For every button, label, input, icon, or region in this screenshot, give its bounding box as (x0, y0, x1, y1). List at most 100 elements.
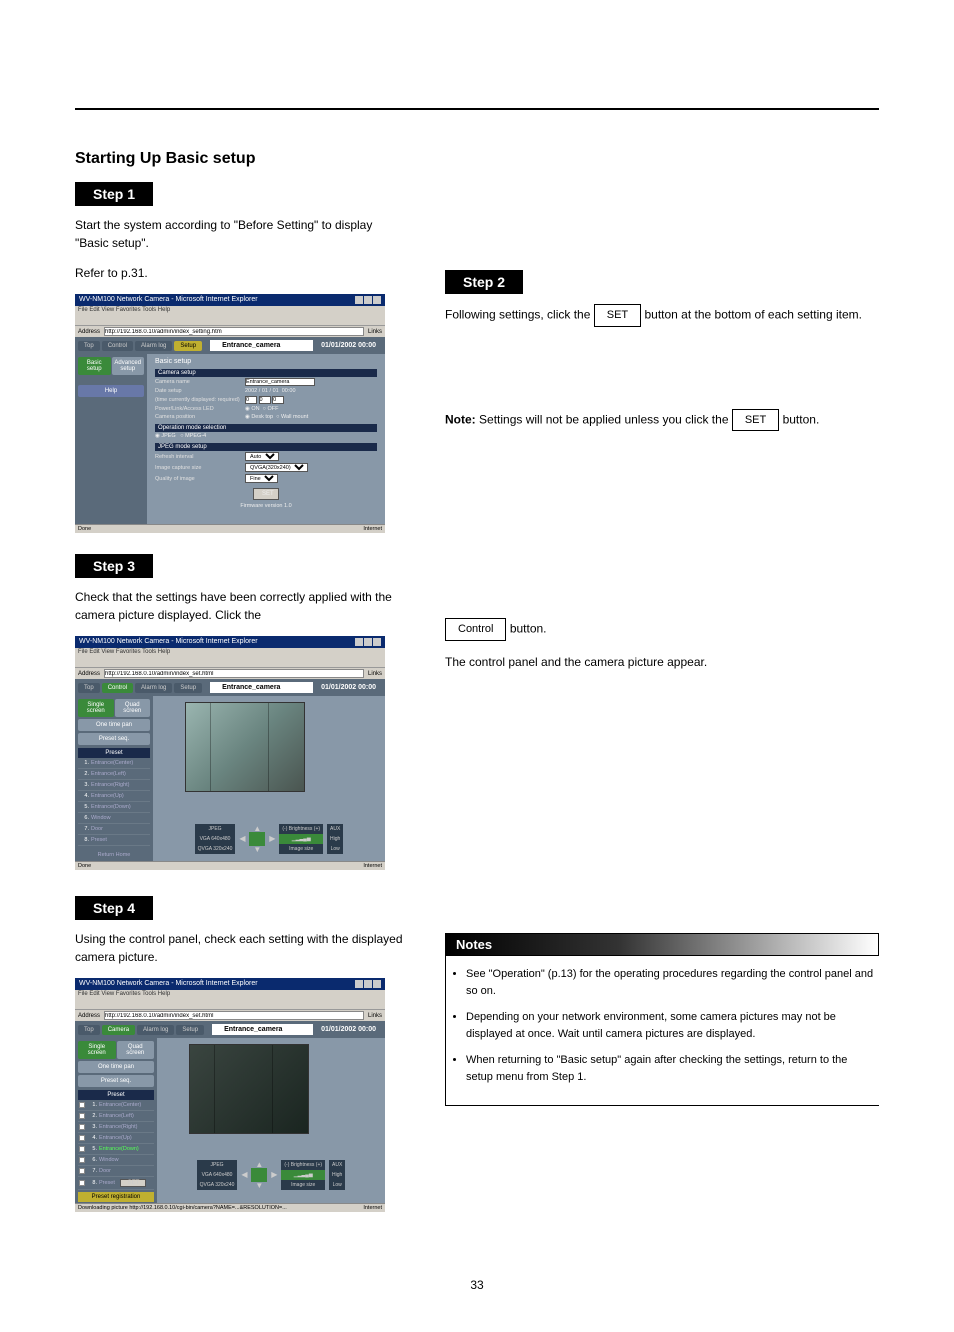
ss3-tab-top[interactable]: Top (78, 1025, 100, 1035)
ss2-preset-7[interactable]: 7.Door (78, 824, 150, 835)
ss3-tab-setup[interactable]: Setup (176, 1025, 204, 1035)
ss1-capsize-sel[interactable]: QVGA(320x240) (245, 463, 308, 472)
ss1-tab-setup[interactable]: Setup (174, 341, 202, 351)
ss3-side-onetime[interactable]: One time pan (78, 1061, 154, 1073)
section-heading: Starting Up Basic setup (75, 150, 405, 168)
notes-block: Notes See "Operation" (p.13) for the ope… (445, 933, 879, 1107)
ss3-preset-registration[interactable]: Preset registration (78, 1192, 154, 1202)
ss2-preset-1[interactable]: 1.Entrance(Center) (78, 758, 150, 769)
ss2-addr-input[interactable] (104, 669, 364, 678)
ss1-off-h[interactable] (245, 396, 257, 404)
ss3-dpad-right-icon[interactable]: ▶ (271, 1170, 277, 1179)
ss3-ctrl-imgsize[interactable]: Image size (281, 1180, 325, 1190)
ss3-preset-6[interactable]: 6.Window (78, 1155, 154, 1166)
ss3-tab-alarmlog[interactable]: Alarm log (137, 1025, 174, 1035)
ss2-side-presetseq[interactable]: Preset seq. (78, 733, 150, 745)
ss3-side-single[interactable]: Single screen (78, 1041, 116, 1059)
ss3-ctrl-bright[interactable]: (-) Brightness (+) (281, 1160, 325, 1170)
ss2-preset-head: Preset (78, 748, 150, 758)
ss2-side-single[interactable]: Single screen (78, 699, 114, 717)
ss1-campos-desk[interactable]: Desk top (251, 414, 273, 420)
ss1-side-basic[interactable]: Basic setup (78, 357, 111, 375)
ss3-preset-5[interactable]: 5.Entrance(Down) (78, 1144, 154, 1155)
ss2-tab-setup[interactable]: Setup (174, 683, 202, 693)
ss3-preset-8[interactable]: 8.Preset SET (78, 1177, 154, 1190)
ss2-tab-alarmlog[interactable]: Alarm log (135, 683, 172, 693)
ss2-side-onetime[interactable]: One time pan (78, 719, 150, 731)
ss3-preset-4[interactable]: 4.Entrance(Up) (78, 1133, 154, 1144)
ss1-side-help[interactable]: Help (78, 385, 144, 397)
ss2-dpad-right-icon[interactable]: ▶ (269, 834, 275, 843)
ss2-ctrl-jpeg: JPEG (195, 824, 236, 834)
ss3-addr-input[interactable] (104, 1011, 364, 1020)
ss1-main-panel: Basic setup Camera setup Camera name Dat… (147, 354, 385, 524)
ss1-off-m[interactable] (259, 396, 271, 404)
ss2-header-strip: Top Control Alarm log Setup Entrance_cam… (75, 679, 385, 696)
ss1-tab-top[interactable]: Top (78, 341, 100, 351)
ss3-ctrl-vga[interactable]: VGA 640x480 (197, 1170, 238, 1180)
ss1-side-advanced[interactable]: Advanced setup (112, 357, 145, 375)
ss2-dpad-center[interactable] (249, 832, 265, 846)
ss2-dpad-left-icon[interactable]: ◀ (239, 834, 245, 843)
ss2-ctrl-low[interactable]: Low (327, 844, 343, 854)
ss3-ctrl-high[interactable]: High (329, 1170, 345, 1180)
ss1-refresh-sel[interactable]: Auto (245, 452, 279, 461)
ss2-preset-6[interactable]: 6.Window (78, 813, 150, 824)
ss1-off-s[interactable] (272, 396, 284, 404)
ss3-preset-1[interactable]: 1.Entrance(Center) (78, 1100, 154, 1111)
ss2-status-right: Internet (363, 863, 382, 869)
ss1-window-title: WV-NM100 Network Camera - Microsoft Inte… (79, 296, 258, 304)
ss1-addr-input[interactable] (104, 327, 364, 336)
ss1-set-button[interactable]: SET (253, 488, 279, 500)
ss2-ctrl-imgsize[interactable]: Image size (279, 844, 323, 854)
ss2-ctrl-vga[interactable]: VGA 640x480 (195, 834, 236, 844)
ss1-led-off[interactable]: OFF (267, 406, 278, 412)
ss3-preset-7[interactable]: 7.Door (78, 1166, 154, 1177)
ss1-led-on[interactable]: ON (251, 406, 259, 412)
ss2-control-panel: JPEG VGA 640x480 QVGA 320x240 ▲ ▼ ◀ ▶ (155, 822, 383, 856)
ss2-dpad[interactable]: ▲ ▼ ◀ ▶ (239, 826, 275, 852)
ss1-opmode-mpeg[interactable]: MPEG-4 (185, 433, 206, 439)
ss2-ctrl-high[interactable]: High (327, 834, 343, 844)
ss3-side-quad[interactable]: Quad screen (117, 1041, 155, 1059)
ss1-opmode-jpeg[interactable]: JPEG (161, 433, 175, 439)
ss3-preset-set[interactable]: SET (120, 1179, 146, 1187)
ss2-bright-slider[interactable]: ▁▂▃▄▅ (279, 834, 323, 844)
ss3-dpad-left-icon[interactable]: ◀ (241, 1170, 247, 1179)
ss2-preset-8[interactable]: 8.Preset (78, 835, 150, 846)
ss3-ctrl-low[interactable]: Low (329, 1180, 345, 1190)
ss1-campos-lbl: Camera position (155, 414, 245, 420)
ss3-ctrl-qvga[interactable]: QVGA 320x240 (197, 1180, 238, 1190)
ss2-tab-control[interactable]: Control (102, 683, 133, 693)
ss1-camname-input[interactable] (245, 378, 315, 386)
ss2-preset-2[interactable]: 2.Entrance(Left) (78, 769, 150, 780)
step3-text: Check that the settings have been correc… (75, 588, 405, 624)
ss2-preset-5[interactable]: 5.Entrance(Down) (78, 802, 150, 813)
ss2-side-quad[interactable]: Quad screen (115, 699, 151, 717)
step3-control-button: Control (445, 618, 506, 641)
ss1-campos-wall[interactable]: Wall mount (281, 414, 308, 420)
ss2-camera-name: Entrance_camera (210, 682, 313, 693)
ss3-dpad-center[interactable] (251, 1168, 267, 1182)
ss2-ctrl-bright[interactable]: (-) Brightness (+) (279, 824, 323, 834)
ss1-tab-alarmlog[interactable]: Alarm log (135, 341, 172, 351)
ss2-return-home[interactable]: Return Home (78, 852, 150, 858)
ss2-preset-3[interactable]: 3.Entrance(Right) (78, 780, 150, 791)
ss1-tab-control[interactable]: Control (102, 341, 133, 351)
ss1-quality-sel[interactable]: Fine (245, 474, 278, 483)
ss3-dpad[interactable]: ▲ ▼ ◀ ▶ (241, 1162, 277, 1188)
step3-continue: Control button. (445, 618, 879, 641)
step3-label: Step 3 (75, 554, 153, 578)
ss3-preset-2[interactable]: 2.Entrance(Left) (78, 1111, 154, 1122)
ss3-dpad-down-icon[interactable]: ▼ (255, 1181, 263, 1190)
ss3-bright-slider[interactable]: ▁▂▃▄▅ (281, 1170, 325, 1180)
ss3-tab-camera[interactable]: Camera (102, 1025, 135, 1035)
ss3-ctrl-jpeg: JPEG (197, 1160, 238, 1170)
ss3-side-presetseq[interactable]: Preset seq. (78, 1075, 154, 1087)
ss2-preset-4[interactable]: 4.Entrance(Up) (78, 791, 150, 802)
ss2-ctrl-qvga[interactable]: QVGA 320x240 (195, 844, 236, 854)
ss3-preset-head: Preset (78, 1090, 154, 1100)
ss2-dpad-down-icon[interactable]: ▼ (253, 845, 261, 854)
ss2-tab-top[interactable]: Top (78, 683, 100, 693)
ss3-preset-3[interactable]: 3.Entrance(Right) (78, 1122, 154, 1133)
